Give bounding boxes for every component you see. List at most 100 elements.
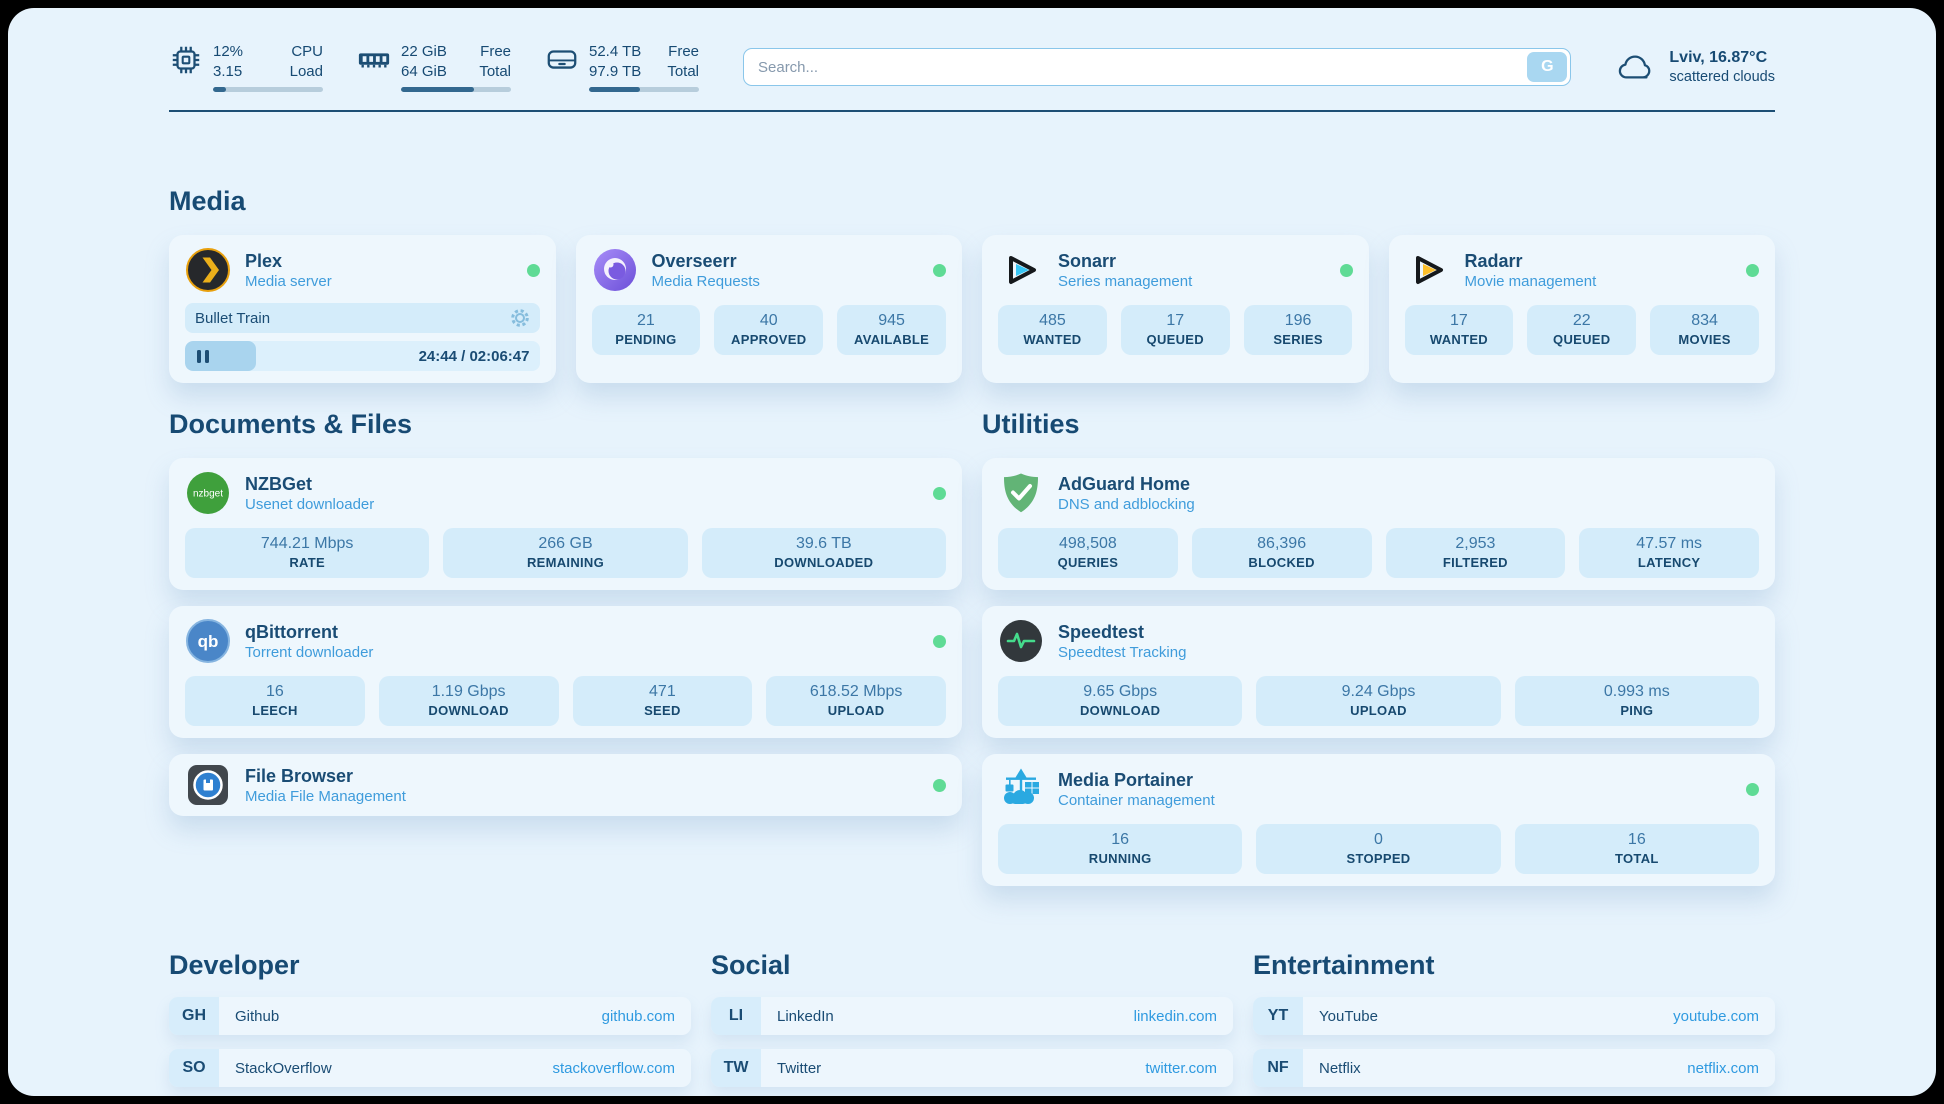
bookmark-linkedin[interactable]: LI LinkedIn linkedin.com [711, 997, 1233, 1035]
bookmark-stackoverflow[interactable]: SO StackOverflow stackoverflow.com [169, 1049, 691, 1087]
disk-total: 97.9 TB [589, 62, 641, 82]
bookmark-abbr: SO [169, 1049, 219, 1087]
app-title: Plex [245, 251, 332, 272]
stat-filtered: 2,953 FILTERED [1386, 528, 1566, 578]
app-subtitle: Speedtest Tracking [1058, 644, 1186, 661]
bookmark-twitter[interactable]: TW Twitter twitter.com [711, 1049, 1233, 1087]
bookmark-name: Github [235, 1008, 279, 1025]
filebrowser-icon [185, 762, 231, 808]
svg-text:qb: qb [198, 632, 219, 651]
app-subtitle: Torrent downloader [245, 644, 373, 661]
stat-upload: 618.52 Mbps UPLOAD [766, 676, 946, 726]
sonarr-icon [998, 247, 1044, 293]
speedtest-card[interactable]: Speedtest Speedtest Tracking 9.65 Gbps D… [982, 606, 1775, 738]
filebrowser-card[interactable]: File Browser Media File Management [169, 754, 962, 816]
dashboard: 12%CPU 3.15Load 22 GiB [8, 8, 1936, 1096]
ram-free: 22 GiB [401, 42, 447, 62]
search-input[interactable] [743, 48, 1571, 86]
bookmark-name: Netflix [1319, 1060, 1361, 1077]
nzbget-card[interactable]: nzbget NZBGet Usenet downloader 744.21 M… [169, 458, 962, 590]
cpu-stat: 12%CPU 3.15Load [169, 42, 323, 92]
ram-stat: 22 GiBFree 64 GiBTotal [357, 42, 511, 92]
weather-widget: Lviv, 16.87°C scattered clouds [1615, 49, 1775, 85]
radarr-icon [1405, 247, 1451, 293]
section-documents: Documents & Files nzbget NZBGet Usenet d… [169, 409, 962, 816]
bookmark-url: twitter.com [1145, 1060, 1217, 1077]
header-divider [169, 110, 1775, 112]
stat-queries: 498,508 QUERIES [998, 528, 1178, 578]
gear-icon[interactable] [510, 308, 530, 328]
ram-total: 64 GiB [401, 62, 447, 82]
cpu-load: 3.15 [213, 62, 242, 82]
qbittorrent-icon: qb [185, 618, 231, 664]
app-subtitle: Media Requests [652, 273, 760, 290]
adguard-card[interactable]: AdGuard Home DNS and adblocking 498,508 … [982, 458, 1775, 590]
disk-stat: 52.4 TBFree 97.9 TBTotal [545, 42, 699, 92]
stat-download: 1.19 Gbps DOWNLOAD [379, 676, 559, 726]
section-entertainment: Entertainment YT YouTube youtube.com NF … [1253, 950, 1775, 1096]
speedtest-icon [998, 618, 1044, 664]
bookmark-youtube[interactable]: YT YouTube youtube.com [1253, 997, 1775, 1035]
stat-download: 9.65 Gbps DOWNLOAD [998, 676, 1242, 726]
stat-approved: 40 APPROVED [714, 305, 823, 355]
app-title: NZBGet [245, 474, 374, 495]
stat-stopped: 0 STOPPED [1256, 824, 1500, 874]
stat-leech: 16 LEECH [185, 676, 365, 726]
plex-card[interactable]: Plex Media server Bullet Train [169, 235, 556, 383]
playback-time: 24:44 / 02:06:47 [419, 348, 540, 365]
portainer-card[interactable]: Media Portainer Container management 16 … [982, 754, 1775, 886]
bookmark-abbr: YT [1253, 997, 1303, 1035]
now-playing-title: Bullet Train [195, 310, 270, 327]
app-subtitle: Media server [245, 273, 332, 290]
app-title: File Browser [245, 766, 406, 787]
stat-pending: 21 PENDING [592, 305, 701, 355]
section-title-social: Social [711, 950, 1233, 981]
ram-icon [357, 43, 391, 77]
svg-text:nzbget: nzbget [193, 489, 223, 500]
sonarr-card[interactable]: Sonarr Series management 485 WANTED 17 Q… [982, 235, 1369, 383]
stat-blocked: 86,396 BLOCKED [1192, 528, 1372, 578]
stat-queued: 22 QUEUED [1527, 305, 1636, 355]
bookmark-name: YouTube [1319, 1008, 1378, 1025]
topbar: 12%CPU 3.15Load 22 GiB [169, 42, 1775, 92]
stat-latency: 47.57 ms LATENCY [1579, 528, 1759, 578]
radarr-card[interactable]: Radarr Movie management 17 WANTED 22 QUE… [1389, 235, 1776, 383]
app-subtitle: DNS and adblocking [1058, 496, 1195, 513]
cpu-icon [169, 43, 203, 77]
stat-series: 196 SERIES [1244, 305, 1353, 355]
ram-free-label: Free [480, 42, 511, 62]
status-dot [933, 635, 946, 648]
overseerr-card[interactable]: Overseerr Media Requests 21 PENDING 40 A… [576, 235, 963, 383]
stat-ping: 0.993 ms PING [1515, 676, 1759, 726]
app-title: Overseerr [652, 251, 760, 272]
bookmark-url: github.com [602, 1008, 675, 1025]
stat-rate: 744.21 Mbps RATE [185, 528, 429, 578]
cloud-icon [1615, 49, 1657, 85]
section-developer: Developer GH Github github.com SO StackO… [169, 950, 691, 1096]
app-subtitle: Usenet downloader [245, 496, 374, 513]
pause-icon [197, 350, 209, 363]
stat-remaining: 266 GB REMAINING [443, 528, 687, 578]
cpu-percent: 12% [213, 42, 243, 62]
disk-progress [589, 87, 699, 92]
status-dot [1746, 783, 1759, 796]
bookmark-netflix[interactable]: NF Netflix netflix.com [1253, 1049, 1775, 1087]
bookmark-github[interactable]: GH Github github.com [169, 997, 691, 1035]
system-stats: 12%CPU 3.15Load 22 GiB [169, 42, 699, 92]
bookmark-url: linkedin.com [1134, 1008, 1217, 1025]
search-bar: G [743, 48, 1571, 86]
section-title-developer: Developer [169, 950, 691, 981]
portainer-icon [998, 766, 1044, 812]
google-search-button[interactable]: G [1527, 52, 1567, 82]
stat-movies: 834 MOVIES [1650, 305, 1759, 355]
stat-running: 16 RUNNING [998, 824, 1242, 874]
playback-progress: 24:44 / 02:06:47 [185, 341, 540, 371]
cpu-label: CPU [291, 42, 323, 62]
ram-progress [401, 87, 511, 92]
qbittorrent-card[interactable]: qb qBittorrent Torrent downloader 16 [169, 606, 962, 738]
bookmark-url: stackoverflow.com [552, 1060, 675, 1077]
app-subtitle: Series management [1058, 273, 1192, 290]
section-title-entertainment: Entertainment [1253, 950, 1775, 981]
section-social: Social LI LinkedIn linkedin.com TW Twitt… [711, 950, 1233, 1096]
bookmark-url: youtube.com [1673, 1008, 1759, 1025]
